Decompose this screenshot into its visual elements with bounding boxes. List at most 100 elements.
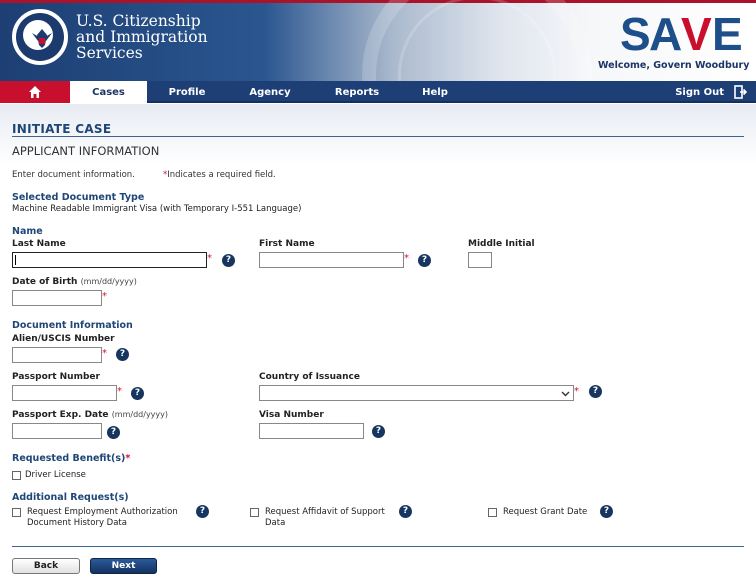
document-type-heading: Selected Document Type: [12, 192, 145, 203]
chevron-down-icon: [561, 391, 570, 397]
nav-tab-profile[interactable]: Profile: [147, 81, 227, 103]
sign-out-icon: [734, 85, 748, 99]
country-label: Country of Issuance: [259, 372, 360, 382]
next-button[interactable]: Next: [90, 558, 157, 574]
nav-tab-reports[interactable]: Reports: [317, 81, 397, 103]
country-select[interactable]: [259, 385, 574, 401]
passport-exp-format-hint: (mm/dd/yyyy): [111, 410, 168, 419]
employment-auth-help-icon[interactable]: ?: [196, 505, 209, 518]
affidavit-label: Request Affidavit of Support Data: [265, 507, 385, 529]
svg-text:A: A: [649, 10, 681, 56]
visa-number-input[interactable]: [260, 424, 363, 438]
benefits-heading-text: Requested Benefit(s): [12, 453, 126, 464]
driver-license-checkbox[interactable]: [12, 471, 21, 480]
alien-number-label: Alien/USCIS Number: [12, 334, 115, 344]
required-note: *Indicates a required field.: [163, 170, 276, 180]
agency-name-line1: U.S. Citizenship: [76, 12, 201, 30]
title-divider: [12, 136, 744, 137]
welcome-message: Welcome, Govern Woodbury: [598, 60, 750, 71]
text-caret: [15, 255, 16, 265]
middle-initial-input[interactable]: [469, 253, 491, 267]
passport-number-label: Passport Number: [12, 372, 100, 382]
save-logo: S A V E: [620, 10, 743, 56]
visa-number-field[interactable]: [259, 423, 364, 439]
svg-text:E: E: [712, 10, 741, 56]
dhs-seal-logo: [12, 9, 68, 65]
affidavit-label-line2: Data: [265, 518, 286, 528]
country-help-icon[interactable]: ?: [589, 385, 602, 398]
required-marker: *: [102, 348, 107, 359]
main-nav: Cases Profile Agency Reports Help Sign O…: [0, 81, 756, 103]
grant-date-checkbox[interactable]: [488, 508, 497, 517]
employment-auth-label-line1: Request Employment Authorization: [27, 507, 178, 517]
middle-initial-label: Middle Initial: [468, 239, 535, 249]
required-note-text: Indicates a required field.: [167, 170, 276, 180]
first-name-input[interactable]: [260, 253, 403, 267]
required-marker: *: [404, 253, 409, 264]
passport-number-input[interactable]: [13, 386, 116, 400]
employment-auth-label: Request Employment Authorization Documen…: [27, 507, 178, 529]
last-name-input[interactable]: [13, 253, 206, 267]
dob-field[interactable]: [12, 290, 102, 306]
affidavit-checkbox[interactable]: [250, 508, 259, 517]
nav-home[interactable]: [0, 81, 70, 103]
benefits-required-star: *: [125, 453, 131, 464]
passport-exp-label-text: Passport Exp. Date: [12, 410, 109, 420]
passport-exp-help-icon[interactable]: ?: [107, 426, 120, 439]
required-marker: *: [207, 253, 212, 264]
passport-exp-input[interactable]: [13, 424, 101, 438]
first-name-label: First Name: [259, 239, 315, 249]
header-top-line: [0, 0, 756, 3]
middle-initial-field[interactable]: [468, 252, 492, 268]
last-name-label: Last Name: [12, 239, 66, 249]
passport-exp-field[interactable]: [12, 423, 102, 439]
additional-requests-heading: Additional Request(s): [12, 492, 129, 503]
dob-label: Date of Birth (mm/dd/yyyy): [12, 277, 137, 287]
grant-date-help-icon[interactable]: ?: [600, 505, 613, 518]
affidavit-label-line1: Request Affidavit of Support: [265, 507, 385, 517]
home-icon: [29, 86, 41, 98]
first-name-field[interactable]: [259, 252, 404, 268]
driver-license-label: Driver License: [25, 470, 86, 480]
dob-label-text: Date of Birth: [12, 277, 78, 287]
document-info-heading: Document Information: [12, 320, 133, 331]
page-title: INITIATE CASE: [12, 122, 112, 136]
employment-auth-label-line2: Document History Data: [27, 518, 127, 528]
nav-tab-cases[interactable]: Cases: [70, 81, 147, 103]
site-header: U.S. Citizenship and Immigration Service…: [0, 0, 756, 81]
alien-number-input[interactable]: [13, 348, 101, 362]
benefits-heading: Requested Benefit(s)*: [12, 453, 130, 464]
nav-tab-agency[interactable]: Agency: [230, 81, 310, 103]
sign-out-label: Sign Out: [675, 87, 724, 98]
alien-number-help-icon[interactable]: ?: [116, 348, 129, 361]
first-name-help-icon[interactable]: ?: [418, 254, 431, 267]
footer-divider: [12, 546, 744, 547]
name-heading: Name: [12, 226, 43, 237]
passport-exp-label: Passport Exp. Date (mm/dd/yyyy): [12, 410, 168, 420]
affidavit-help-icon[interactable]: ?: [399, 505, 412, 518]
sign-out-link[interactable]: Sign Out: [675, 81, 748, 103]
nav-tab-help[interactable]: Help: [395, 81, 475, 103]
visa-number-help-icon[interactable]: ?: [372, 425, 385, 438]
visa-number-label: Visa Number: [259, 410, 324, 420]
document-type-value: Machine Readable Immigrant Visa (with Te…: [12, 204, 302, 214]
passport-number-help-icon[interactable]: ?: [131, 387, 144, 400]
employment-auth-checkbox[interactable]: [12, 508, 21, 517]
svg-text:V: V: [681, 10, 712, 56]
agency-name-line3: Services: [76, 44, 143, 62]
back-button[interactable]: Back: [12, 558, 80, 574]
section-subtitle: APPLICANT INFORMATION: [12, 144, 160, 158]
svg-text:S: S: [620, 10, 649, 56]
dob-format-hint: (mm/dd/yyyy): [80, 277, 137, 286]
last-name-field[interactable]: [12, 252, 207, 268]
instruction-text: Enter document information.: [12, 170, 135, 180]
passport-number-field[interactable]: [12, 385, 117, 401]
required-marker: *: [102, 291, 107, 302]
agency-name-line2: and Immigration: [76, 28, 208, 46]
required-marker: *: [117, 386, 122, 397]
alien-number-field[interactable]: [12, 347, 102, 363]
agency-name: U.S. Citizenship and Immigration Service…: [76, 13, 236, 61]
required-marker: *: [574, 386, 579, 397]
last-name-help-icon[interactable]: ?: [222, 254, 235, 267]
dob-input[interactable]: [13, 291, 101, 305]
